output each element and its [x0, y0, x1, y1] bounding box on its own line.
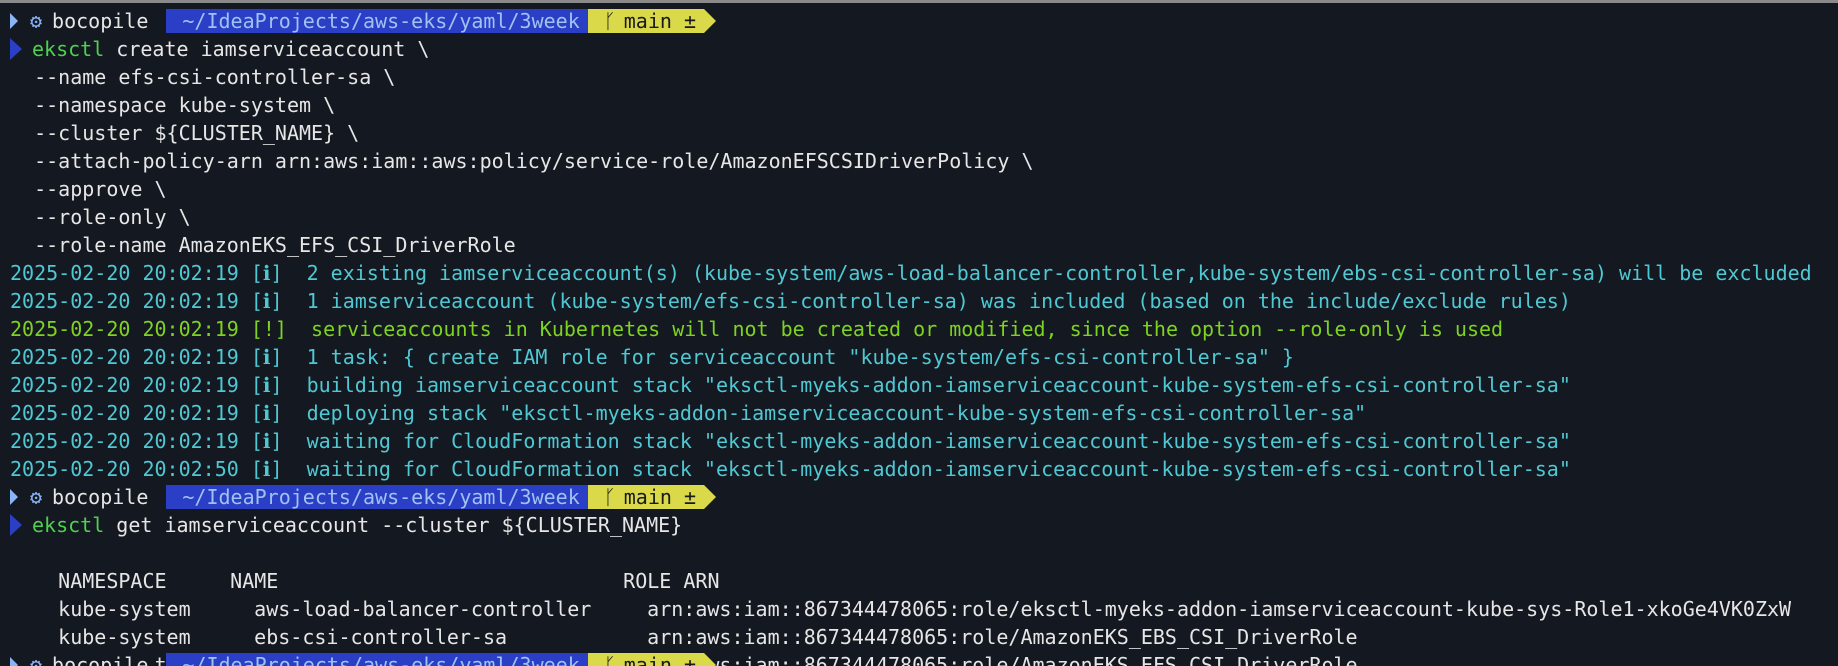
command-continuation: --namespace kube-system \: [10, 93, 336, 117]
prompt-user-segment: ⚙ bocopile: [26, 653, 157, 666]
prompt-user-segment: ⚙ bocopile: [26, 485, 157, 509]
command-indicator-icon: [10, 514, 22, 536]
prompt-path: ~/IdeaProjects/aws-eks/yaml/3week: [182, 653, 580, 666]
log-line: 2025-02-20 20:02:50 [ℹ] waiting for Clou…: [10, 457, 1571, 481]
table-row: kube-system aws-load-balancer-controller a…: [10, 567, 1791, 621]
log-line: 2025-02-20 20:02:19 [ℹ] 1 task: { create…: [10, 345, 1294, 369]
terminal-window[interactable]: ⚙ bocopile ~/IdeaProjects/aws-eks/yaml/3…: [0, 0, 1838, 666]
command-continuation: --role-name AmazonEKS_EFS_CSI_DriverRole: [10, 233, 516, 257]
prompt-branch: main ±: [623, 9, 696, 33]
segment-end-arrow: [703, 9, 716, 33]
log-line: 2025-02-20 20:02:19 [ℹ] 1 iamserviceacco…: [10, 289, 1571, 313]
command-keyword: eksctl: [32, 513, 105, 537]
gear-icon: ⚙: [30, 485, 43, 509]
prompt-user: bocopile: [52, 9, 149, 33]
command-continuation: --name efs-csi-controller-sa \: [10, 65, 396, 89]
prompt-path: ~/IdeaProjects/aws-eks/yaml/3week: [182, 485, 580, 509]
prompt-line: ⚙ bocopile ~/IdeaProjects/aws-eks/yaml/3…: [10, 483, 716, 511]
prompt-branch: main ±: [623, 653, 696, 666]
prompt-indicator-icon: [10, 13, 18, 29]
table-row: kube-systemefs-csi-controller-saarn:aws:…: [10, 623, 1357, 666]
table-row: kube-system ebs-csi-controller-sa arn:aws:…: [10, 595, 1357, 649]
log-line: 2025-02-20 20:02:19 [ℹ] waiting for Clou…: [10, 429, 1571, 453]
prompt-branch: main ±: [623, 485, 696, 509]
command-continuation: --role-only \: [10, 205, 191, 229]
log-line: 2025-02-20 20:02:19 [ℹ] deploying stack …: [10, 401, 1367, 425]
prompt-indicator-icon: [10, 657, 18, 666]
cell-role-arn: arn:aws:iam::867344478065:role/AmazonEKS…: [647, 653, 1358, 666]
command-continuation: --cluster ${CLUSTER_NAME} \: [10, 121, 360, 145]
command-continuation: --approve \: [10, 177, 167, 201]
command-args: get iamserviceaccount --cluster ${CLUSTE…: [104, 513, 683, 537]
log-line-warning: 2025-02-20 20:02:19 [!] serviceaccounts …: [10, 317, 1504, 341]
prompt-path-segment: ~/IdeaProjects/aws-eks/yaml/3week: [166, 485, 588, 509]
command-keyword: eksctl: [32, 37, 105, 61]
git-branch-icon: ᚴ: [603, 9, 616, 33]
gear-icon: ⚙: [30, 9, 43, 33]
command-line: eksctl create iamserviceaccount \: [10, 35, 429, 63]
git-branch-icon: ᚴ: [603, 653, 616, 666]
prompt-path-segment: ~/IdeaProjects/aws-eks/yaml/3week: [166, 653, 588, 666]
prompt-git-segment: ᚴ main ±: [587, 653, 704, 666]
table-header: NAMESPACE NAME ROLE ARN: [10, 539, 719, 593]
prompt-user: bocopile: [52, 653, 149, 666]
command-continuation: --attach-policy-arn arn:aws:iam::aws:pol…: [10, 149, 1034, 173]
log-line: 2025-02-20 20:02:19 [ℹ] building iamserv…: [10, 373, 1571, 397]
prompt-line: ⚙ bocopile ~/IdeaProjects/aws-eks/yaml/3…: [10, 7, 716, 35]
command-line: eksctl get iamserviceaccount --cluster $…: [10, 511, 682, 539]
prompt-indicator-icon: [10, 489, 18, 505]
prompt-user: bocopile: [52, 485, 149, 509]
prompt-user-segment: ⚙ bocopile: [26, 9, 157, 33]
command-indicator-icon: [10, 38, 22, 60]
prompt-line: ⚙ bocopile ~/IdeaProjects/aws-eks/yaml/3…: [10, 651, 716, 666]
segment-end-arrow: [703, 653, 716, 666]
log-line: 2025-02-20 20:02:19 [ℹ] 2 existing iamse…: [10, 261, 1812, 285]
prompt-git-segment: ᚴ main ±: [587, 9, 704, 33]
prompt-path-segment: ~/IdeaProjects/aws-eks/yaml/3week: [166, 9, 588, 33]
command-args: create iamserviceaccount \: [104, 37, 430, 61]
segment-end-arrow: [703, 485, 716, 509]
gear-icon: ⚙: [30, 653, 43, 666]
prompt-path: ~/IdeaProjects/aws-eks/yaml/3week: [182, 9, 580, 33]
prompt-git-segment: ᚴ main ±: [587, 485, 704, 509]
git-branch-icon: ᚴ: [603, 485, 616, 509]
